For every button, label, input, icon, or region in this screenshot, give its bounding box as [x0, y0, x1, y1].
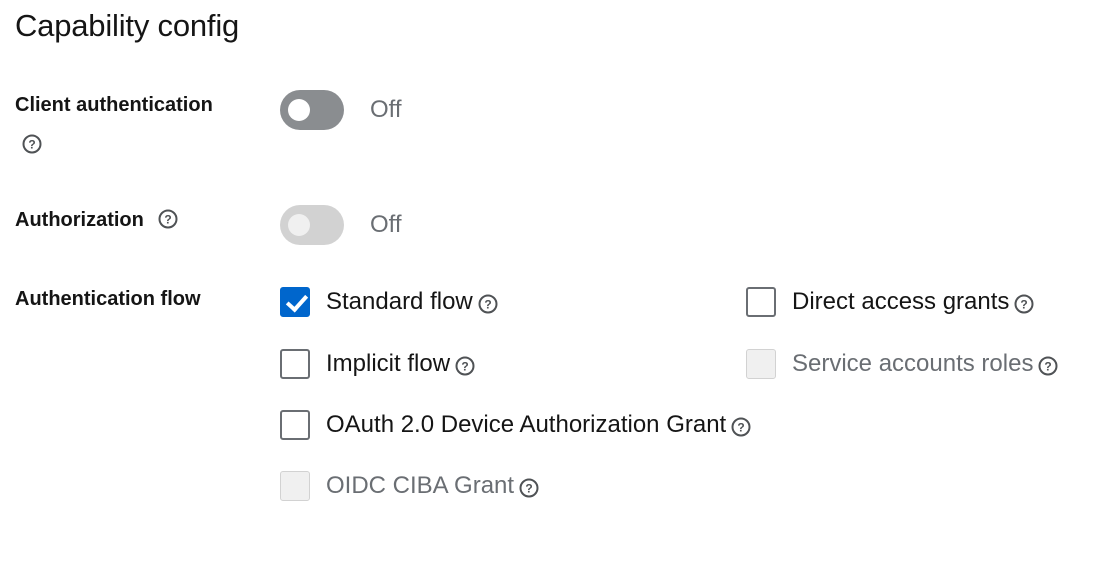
svg-text:?: ? [738, 420, 745, 434]
service-accounts-roles-label: Service accounts roles [792, 350, 1034, 377]
standard-flow-checkbox[interactable] [280, 287, 310, 317]
standard-flow-option[interactable]: Standard flow ? [280, 285, 498, 319]
authorization-label-text: Authorization [15, 209, 144, 231]
svg-text:?: ? [1021, 297, 1028, 311]
implicit-flow-label: Implicit flow [326, 350, 451, 377]
client-authentication-label-text: Client authentication [15, 94, 213, 116]
implicit-flow-option[interactable]: Implicit flow ? [280, 347, 475, 381]
oauth-device-authorization-grant-checkbox[interactable] [280, 410, 310, 440]
client-authentication-switch[interactable] [280, 90, 344, 130]
oidc-ciba-grant-option: OIDC CIBA Grant ? [280, 469, 539, 503]
svg-text:?: ? [484, 297, 491, 311]
direct-access-grants-checkbox[interactable] [746, 287, 776, 317]
help-icon[interactable]: ? [1038, 356, 1058, 376]
help-icon[interactable]: ? [519, 478, 539, 498]
oauth-device-authorization-grant-option[interactable]: OAuth 2.0 Device Authorization Grant ? [280, 408, 751, 442]
svg-text:?: ? [461, 359, 468, 373]
help-icon[interactable]: ? [1014, 294, 1034, 314]
oauth-device-authorization-grant-label: OAuth 2.0 Device Authorization Grant [326, 411, 727, 438]
direct-access-grants-label: Direct access grants [792, 288, 1010, 315]
switch-knob [288, 214, 310, 236]
svg-text:?: ? [28, 138, 35, 152]
client-authentication-state: Off [370, 96, 402, 123]
page-title: Capability config [15, 8, 240, 43]
implicit-flow-checkbox[interactable] [280, 349, 310, 379]
capability-config-panel: Capability config Client authentication … [0, 0, 1118, 562]
help-icon[interactable]: ? [22, 134, 42, 154]
authorization-label: Authorization ? [15, 206, 178, 234]
help-icon[interactable]: ? [455, 356, 475, 376]
help-icon[interactable]: ? [158, 209, 178, 229]
client-authentication-label: Client authentication [15, 91, 213, 119]
service-accounts-roles-checkbox [746, 349, 776, 379]
svg-text:?: ? [1045, 359, 1052, 373]
help-icon[interactable]: ? [478, 294, 498, 314]
switch-knob [288, 99, 310, 121]
authorization-state: Off [370, 211, 402, 238]
service-accounts-roles-option: Service accounts roles ? [746, 347, 1058, 381]
oidc-ciba-grant-label: OIDC CIBA Grant [326, 472, 515, 499]
authentication-flow-label: Authentication flow [15, 288, 201, 310]
svg-text:?: ? [525, 481, 532, 495]
oidc-ciba-grant-checkbox [280, 471, 310, 501]
direct-access-grants-option[interactable]: Direct access grants ? [746, 285, 1034, 319]
authorization-switch [280, 205, 344, 245]
svg-text:?: ? [165, 212, 172, 226]
standard-flow-label: Standard flow [326, 288, 473, 315]
help-icon[interactable]: ? [731, 417, 751, 437]
